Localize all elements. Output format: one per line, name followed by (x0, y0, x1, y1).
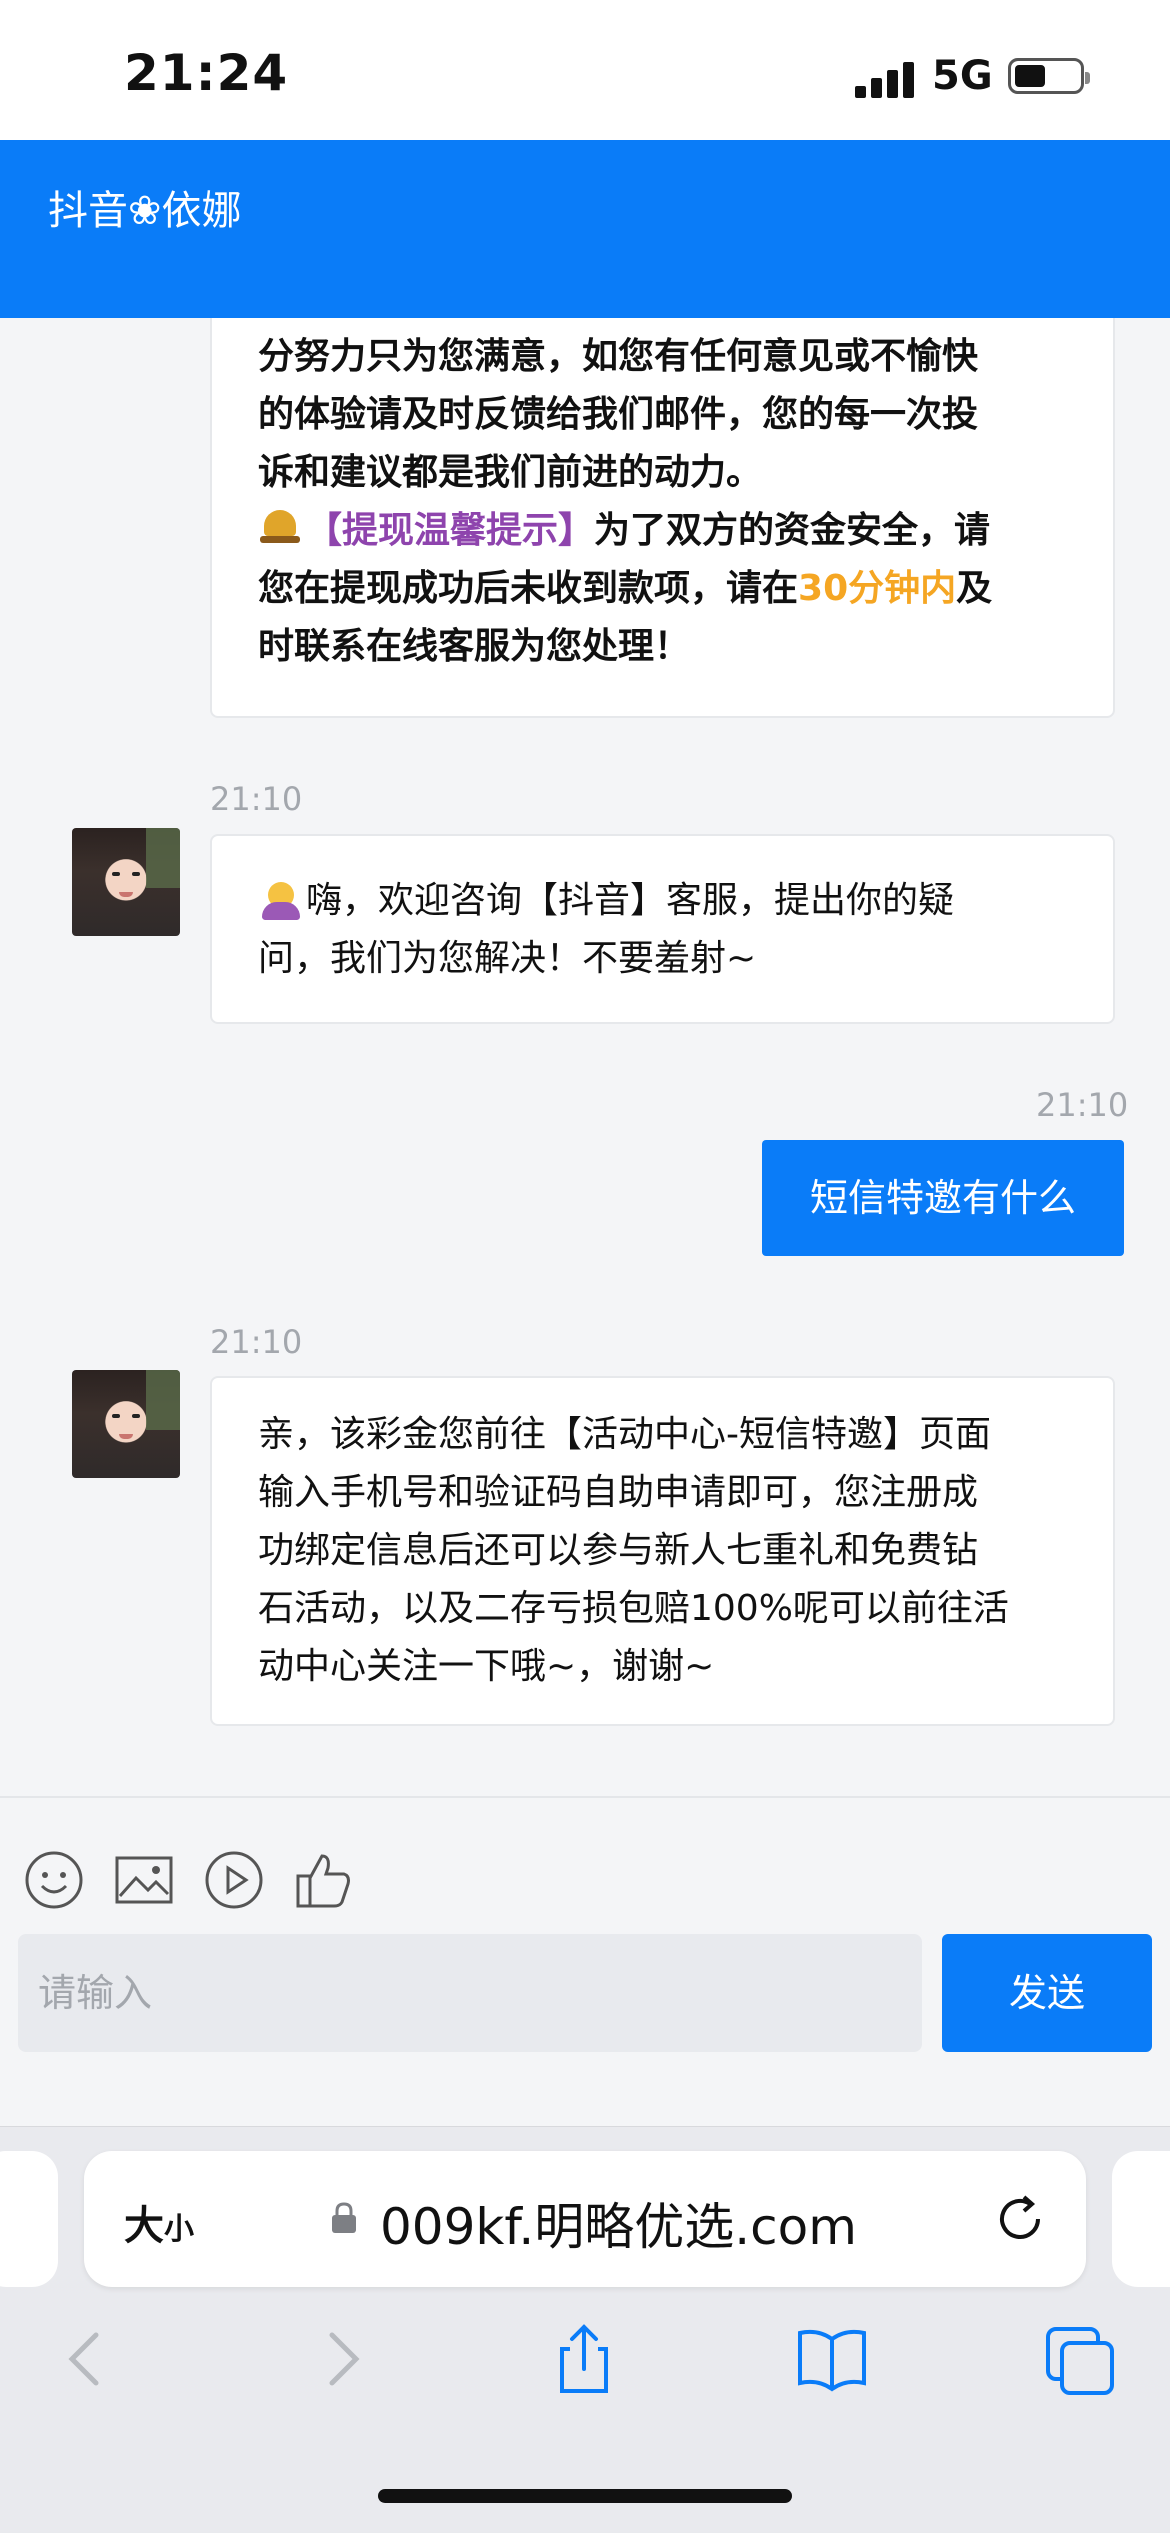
home-indicator (378, 2489, 792, 2503)
reload-icon[interactable] (990, 2189, 1050, 2249)
next-tab-preview[interactable] (1112, 2151, 1170, 2287)
tip-highlight: 30分钟内 (798, 568, 957, 609)
chat-area[interactable]: 分努力只为您满意，如您有任何意见或不愉快 的体验请及时反馈给我们邮件，您的每一次… (0, 318, 1170, 1796)
network-label: 5G (932, 53, 993, 99)
tip-line: 【提现温馨提示】为了双方的资金安全，请 (258, 502, 1067, 560)
message-line: 的体验请及时反馈给我们邮件，您的每一次投 (258, 394, 979, 435)
previous-tab-preview[interactable] (0, 2151, 58, 2287)
message-line: 分努力只为您满意，如您有任何意见或不愉快 (258, 336, 979, 377)
signal-icon (855, 58, 915, 98)
image-icon[interactable] (114, 1850, 174, 1910)
message-line: 动中心关注一下哦~，谢谢~ (258, 1646, 715, 1687)
share-icon[interactable] (544, 2319, 624, 2399)
status-bar: 21:24 5G (0, 0, 1170, 140)
forward-icon[interactable] (300, 2319, 380, 2399)
message-line: 诉和建议都是我们前进的动力。 (258, 452, 763, 493)
send-button[interactable]: 发送 (942, 1934, 1152, 2052)
tip-text: 及 (956, 568, 993, 609)
message-text: 嗨，欢迎咨询【抖音】客服，提出你的疑 (306, 880, 955, 921)
message-line: 亲，该彩金您前往【活动中心-短信特邀】页面 (258, 1414, 991, 1455)
person-emoji-icon (258, 874, 304, 920)
message-line: 输入手机号和验证码自助申请即可，您注册成 (258, 1472, 979, 1513)
tip-line: 时联系在线客服为您处理！ (258, 626, 691, 667)
agent-message-bubble: 分努力只为您满意，如您有任何意见或不愉快 的体验请及时反馈给我们邮件，您的每一次… (210, 318, 1115, 718)
message-line: 石活动，以及二存亏损包赔100%呢可以前往活 (258, 1588, 1009, 1629)
tip-title: 【提现温馨提示】 (306, 510, 595, 551)
message-timestamp: 21:10 (210, 1323, 303, 1361)
chat-title: 抖音❀依娜 (48, 188, 242, 234)
browser-toolbar: 大小 009kf.明略优选.com (0, 2126, 1170, 2533)
message-line: 功绑定信息后还可以参与新人七重礼和免费钻 (258, 1530, 979, 1571)
thumbs-up-icon[interactable] (294, 1850, 354, 1910)
agent-message-bubble: 嗨，欢迎咨询【抖音】客服，提出你的疑 问，我们为您解决！不要羞射~ (210, 834, 1115, 1024)
url-text: 009kf.明略优选.com (380, 2198, 857, 2256)
bookmarks-icon[interactable] (792, 2319, 872, 2399)
back-icon[interactable] (48, 2319, 128, 2399)
address-bar[interactable]: 大小 009kf.明略优选.com (84, 2151, 1086, 2287)
agent-avatar[interactable] (72, 1370, 180, 1478)
message-line: 嗨，欢迎咨询【抖音】客服，提出你的疑 (258, 872, 1067, 930)
user-message-bubble: 短信特邀有什么 (762, 1140, 1124, 1256)
tip-text: 您在提现成功后未收到款项，请在 (258, 568, 799, 609)
agent-avatar[interactable] (72, 828, 180, 936)
tip-line: 您在提现成功后未收到款项，请在30分钟内及 (258, 560, 1067, 618)
battery-icon (1008, 58, 1090, 94)
tip-text: 为了双方的资金安全，请 (594, 510, 991, 551)
composer: 发送 (0, 1796, 1170, 2126)
chat-header: 抖音❀依娜 (0, 140, 1170, 318)
bell-icon (258, 504, 302, 548)
video-icon[interactable] (204, 1850, 264, 1910)
message-line: 问，我们为您解决！不要羞射~ (258, 938, 757, 979)
emoji-icon[interactable] (24, 1850, 84, 1910)
message-timestamp: 21:10 (1036, 1086, 1129, 1124)
message-timestamp: 21:10 (210, 780, 303, 818)
status-time: 21:24 (124, 44, 289, 102)
agent-message-bubble: 亲，该彩金您前往【活动中心-短信特邀】页面 输入手机号和验证码自助申请即可，您注… (210, 1376, 1115, 1726)
lock-icon (332, 2202, 356, 2233)
tabs-icon[interactable] (1040, 2319, 1120, 2399)
text-size-button[interactable]: 大小 (124, 2193, 194, 2251)
message-input[interactable] (18, 1934, 922, 2052)
